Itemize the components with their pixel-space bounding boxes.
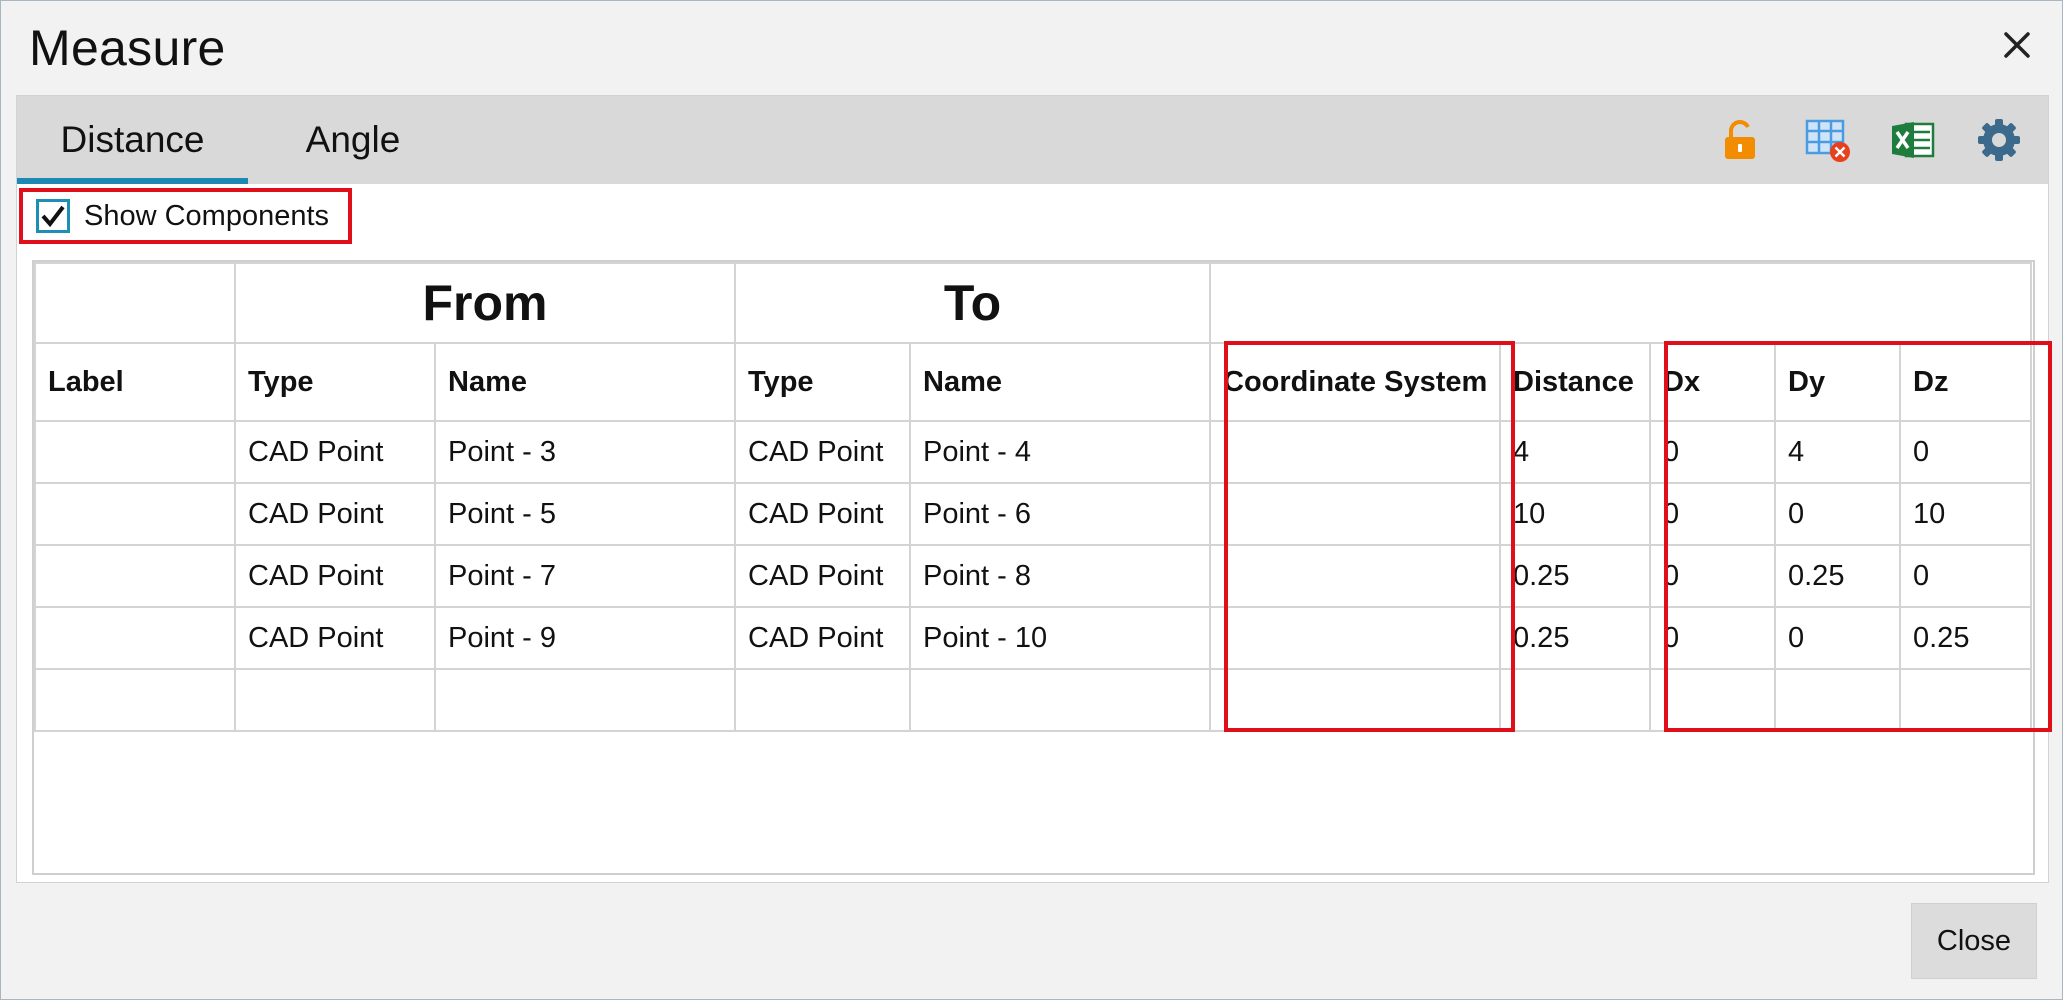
cell-to-name[interactable] xyxy=(909,668,1211,732)
cell-from-name[interactable]: Point - 5 xyxy=(434,482,736,546)
gear-icon[interactable] xyxy=(1973,114,2025,166)
cell-to-type[interactable] xyxy=(734,668,911,732)
cell-label[interactable] xyxy=(34,544,236,608)
measurement-grid: From To Label Type Name Type Name Coordi… xyxy=(32,260,2052,875)
measure-panel: Distance Angle Show Components From To L… xyxy=(16,95,2052,883)
cell-label[interactable] xyxy=(34,420,236,484)
cell-label[interactable] xyxy=(34,482,236,546)
cell-label[interactable] xyxy=(34,668,236,732)
cell-to-name[interactable]: Point - 4 xyxy=(909,420,1211,484)
cell-from-type[interactable]: CAD Point xyxy=(234,606,436,670)
tab-distance-label: Distance xyxy=(60,119,205,160)
column-header-dy[interactable]: Dy xyxy=(1774,342,1901,422)
cell-dz: 10 xyxy=(1898,482,2033,546)
active-tab-indicator xyxy=(17,178,248,184)
cell-dy: 0 xyxy=(1774,482,1901,546)
cell-to-name[interactable]: Point - 10 xyxy=(909,606,1211,670)
cell-dy: 0.25 xyxy=(1774,544,1901,608)
cell-from-type[interactable]: CAD Point xyxy=(234,544,436,608)
new-entry-row[interactable] xyxy=(34,668,2033,732)
cell-distance: 0.25 xyxy=(1499,606,1651,670)
cell-coordinate-system[interactable] xyxy=(1209,606,1501,670)
show-components-toggle[interactable]: Show Components xyxy=(19,188,352,244)
cell-from-name[interactable]: Point - 3 xyxy=(434,420,736,484)
column-header-from-type[interactable]: Type xyxy=(234,342,436,422)
group-header-from: From xyxy=(234,262,736,344)
column-header-dz[interactable]: Dz xyxy=(1898,342,2033,422)
cell-dx: 0 xyxy=(1649,482,1776,546)
cell-dy xyxy=(1774,668,1901,732)
unlock-icon[interactable] xyxy=(1714,114,1766,166)
column-header-distance[interactable]: Distance xyxy=(1499,342,1651,422)
cell-coordinate-system[interactable] xyxy=(1209,482,1501,546)
cell-dy: 0 xyxy=(1774,606,1901,670)
cell-to-type[interactable]: CAD Point xyxy=(734,544,911,608)
cell-distance: 4 xyxy=(1499,420,1651,484)
cell-distance: 10 xyxy=(1499,482,1651,546)
group-header-blank xyxy=(1208,262,2033,344)
tab-bar: Distance Angle xyxy=(17,96,2048,184)
cell-dx: 0 xyxy=(1649,420,1776,484)
cell-from-name[interactable]: Point - 7 xyxy=(434,544,736,608)
tab-angle-label: Angle xyxy=(305,119,401,160)
column-header-label[interactable]: Label xyxy=(34,342,236,422)
cell-from-type[interactable]: CAD Point xyxy=(234,420,436,484)
cell-to-type[interactable]: CAD Point xyxy=(734,606,911,670)
cell-dx xyxy=(1649,668,1776,732)
cell-to-type[interactable]: CAD Point xyxy=(734,420,911,484)
column-header-to-name[interactable]: Name xyxy=(909,342,1211,422)
column-header-to-type[interactable]: Type xyxy=(734,342,911,422)
cell-coordinate-system[interactable] xyxy=(1209,668,1501,732)
cell-coordinate-system[interactable] xyxy=(1209,420,1501,484)
cell-dz xyxy=(1898,668,2033,732)
show-components-label: Show Components xyxy=(84,199,330,232)
dialog-title: Measure xyxy=(29,20,226,76)
close-button[interactable]: Close xyxy=(1911,903,2037,979)
table-row[interactable]: CAD Point Point - 5 CAD Point Point - 6 … xyxy=(34,482,2033,546)
table-row[interactable]: CAD Point Point - 3 CAD Point Point - 4 … xyxy=(34,420,2033,484)
table-row[interactable]: CAD Point Point - 7 CAD Point Point - 8 … xyxy=(34,544,2033,608)
cell-label[interactable] xyxy=(34,606,236,670)
cell-to-name[interactable]: Point - 8 xyxy=(909,544,1211,608)
column-header-dx[interactable]: Dx xyxy=(1649,342,1776,422)
group-header-blank xyxy=(34,262,236,344)
cell-distance xyxy=(1499,668,1651,732)
cell-distance: 0.25 xyxy=(1499,544,1651,608)
column-header-from-name[interactable]: Name xyxy=(434,342,736,422)
cell-from-type[interactable] xyxy=(234,668,436,732)
cell-from-name[interactable]: Point - 9 xyxy=(434,606,736,670)
measure-dialog: Measure Distance Angle Show Components F… xyxy=(0,0,2063,1000)
cell-dy: 4 xyxy=(1774,420,1901,484)
cell-to-type[interactable]: CAD Point xyxy=(734,482,911,546)
group-header-to: To xyxy=(734,262,1211,344)
checkmark-icon xyxy=(41,205,65,228)
cell-dz: 0.25 xyxy=(1898,606,2033,670)
tab-distance[interactable]: Distance xyxy=(17,96,248,184)
close-icon[interactable] xyxy=(1995,23,2039,67)
cell-dz: 0 xyxy=(1898,544,2033,608)
table-delete-icon[interactable] xyxy=(1802,114,1854,166)
cell-from-type[interactable]: CAD Point xyxy=(234,482,436,546)
cell-coordinate-system[interactable] xyxy=(1209,544,1501,608)
group-header-row: From To xyxy=(34,262,2033,344)
tab-angle[interactable]: Angle xyxy=(260,96,446,184)
show-components-checkbox[interactable] xyxy=(36,199,70,233)
cell-from-name[interactable] xyxy=(434,668,736,732)
column-header-row: Label Type Name Type Name Coordinate Sys… xyxy=(34,342,2033,422)
excel-icon[interactable] xyxy=(1887,114,1939,166)
column-header-coordinate-system[interactable]: Coordinate System xyxy=(1209,342,1501,422)
cell-dx: 0 xyxy=(1649,606,1776,670)
cell-dz: 0 xyxy=(1898,420,2033,484)
cell-dx: 0 xyxy=(1649,544,1776,608)
cell-to-name[interactable]: Point - 6 xyxy=(909,482,1211,546)
table-row[interactable]: CAD Point Point - 9 CAD Point Point - 10… xyxy=(34,606,2033,670)
